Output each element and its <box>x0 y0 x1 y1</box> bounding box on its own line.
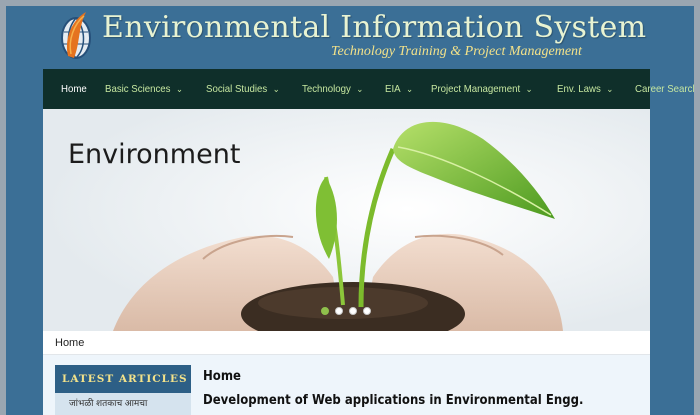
slide-dot[interactable] <box>349 307 357 315</box>
slider-dots <box>321 307 371 315</box>
chevron-down-icon: ⌄ <box>176 83 183 94</box>
content-area: LATEST ARTICLES जांभळी शतकाच आमचा Home D… <box>43 355 650 415</box>
slide-dot[interactable] <box>321 307 329 315</box>
site-title[interactable]: Environmental Information System <box>102 10 646 45</box>
latest-articles-heading: LATEST ARTICLES <box>55 365 191 393</box>
nav-item-label: Env. Laws <box>557 83 602 95</box>
nav-item-env-laws[interactable]: Env. Laws ⌄ <box>557 83 613 95</box>
nav-item-label: Basic Sciences <box>105 83 171 95</box>
nav-item-home[interactable]: Home <box>61 83 87 95</box>
article-link[interactable]: जांभळी शतकाच आमचा <box>55 393 191 412</box>
slide-dot[interactable] <box>335 307 343 315</box>
nav-item-label: Home <box>61 83 87 95</box>
nav-item-social-studies[interactable]: Social Studies ⌄ <box>206 83 280 95</box>
breadcrumb: Home <box>43 331 650 355</box>
latest-articles-panel: LATEST ARTICLES जांभळी शतकाच आमचा <box>55 365 191 415</box>
nav-item-label: EIA <box>384 83 401 95</box>
site-tagline: Technology Training & Project Management <box>331 44 582 59</box>
nav-item-career-search[interactable]: Career Search <box>635 83 694 95</box>
nav-item-eia[interactable]: EIA ⌄ <box>385 83 413 95</box>
article-title[interactable]: Development of Web applications in Envir… <box>203 393 583 408</box>
chevron-down-icon: ⌄ <box>405 83 413 94</box>
chevron-down-icon: ⌄ <box>606 83 614 94</box>
slide-dot[interactable] <box>363 307 371 315</box>
site-header: Environmental Information System Technol… <box>6 6 694 68</box>
nav-item-label: Career Search <box>634 83 694 95</box>
chevron-down-icon: ⌄ <box>525 83 533 94</box>
globe-leaf-logo-icon[interactable] <box>56 8 96 62</box>
chevron-down-icon: ⌄ <box>356 83 364 94</box>
chevron-down-icon: ⌄ <box>272 83 280 94</box>
nav-item-label: Technology <box>301 83 351 95</box>
page-frame: Environmental Information System Technol… <box>6 6 694 415</box>
nav-item-technology[interactable]: Technology ⌄ <box>302 83 363 95</box>
main-nav: Home Basic Sciences ⌄ Social Studies ⌄ T… <box>43 69 694 109</box>
nav-item-project-management[interactable]: Project Management ⌄ <box>431 83 533 95</box>
banner-title: Environment <box>68 139 241 170</box>
nav-item-label: Social Studies <box>205 83 267 95</box>
page-title: Home <box>203 369 241 384</box>
nav-item-basic-sciences[interactable]: Basic Sciences ⌄ <box>105 83 183 95</box>
hero-banner[interactable]: Environment <box>43 109 650 331</box>
nav-item-label: Project Management <box>431 83 521 95</box>
breadcrumb-current: Home <box>55 337 85 349</box>
